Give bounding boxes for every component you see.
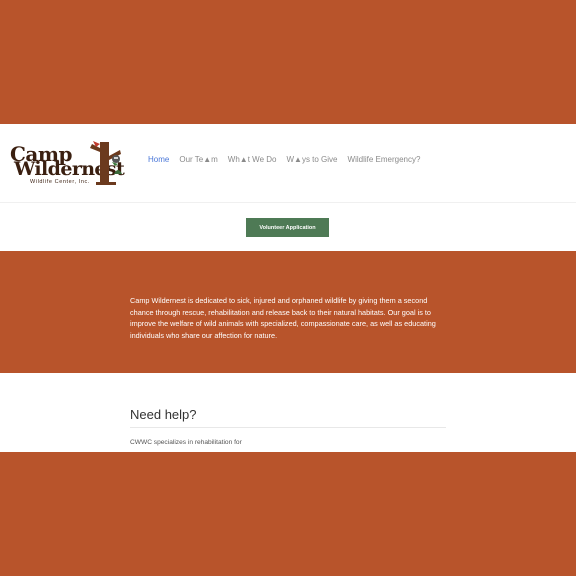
help-section: Need help? CWWC specializes in rehabilit… (0, 373, 576, 452)
mission-section: Camp Wildernest is dedicated to sick, in… (0, 251, 576, 373)
logo-subtitle: Wildlife Center, Inc. (30, 179, 90, 185)
volunteer-application-button[interactable]: Volunteer Application (246, 218, 329, 237)
bottom-background-band (0, 452, 576, 576)
mission-statement: Camp Wildernest is dedicated to sick, in… (130, 296, 436, 341)
site-header: Camp Wildernest Wildlife Center, Inc. Ho… (0, 124, 576, 202)
help-heading: Need help? (130, 407, 197, 422)
main-navigation: Home Our Te▲m Wh▲t We Do W▲ys to Give Wi… (148, 155, 430, 164)
nav-what-we-do[interactable]: Wh▲t We Do (228, 155, 277, 164)
help-text: CWWC specializes in rehabilitation for (130, 439, 242, 446)
top-background-band (0, 0, 576, 124)
camp-wildernest-logo[interactable]: Camp Wildernest Wildlife Center, Inc. (8, 138, 128, 188)
nav-wildlife-emergency[interactable]: Wildlife Emergency? (348, 155, 421, 164)
help-divider (130, 427, 446, 428)
nav-ways-to-give[interactable]: W▲ys to Give (286, 155, 337, 164)
nav-our-team[interactable]: Our Te▲m (179, 155, 217, 164)
tree-owl-icon (90, 141, 122, 185)
volunteer-section: Volunteer Application (0, 202, 576, 252)
nav-home[interactable]: Home (148, 155, 169, 164)
